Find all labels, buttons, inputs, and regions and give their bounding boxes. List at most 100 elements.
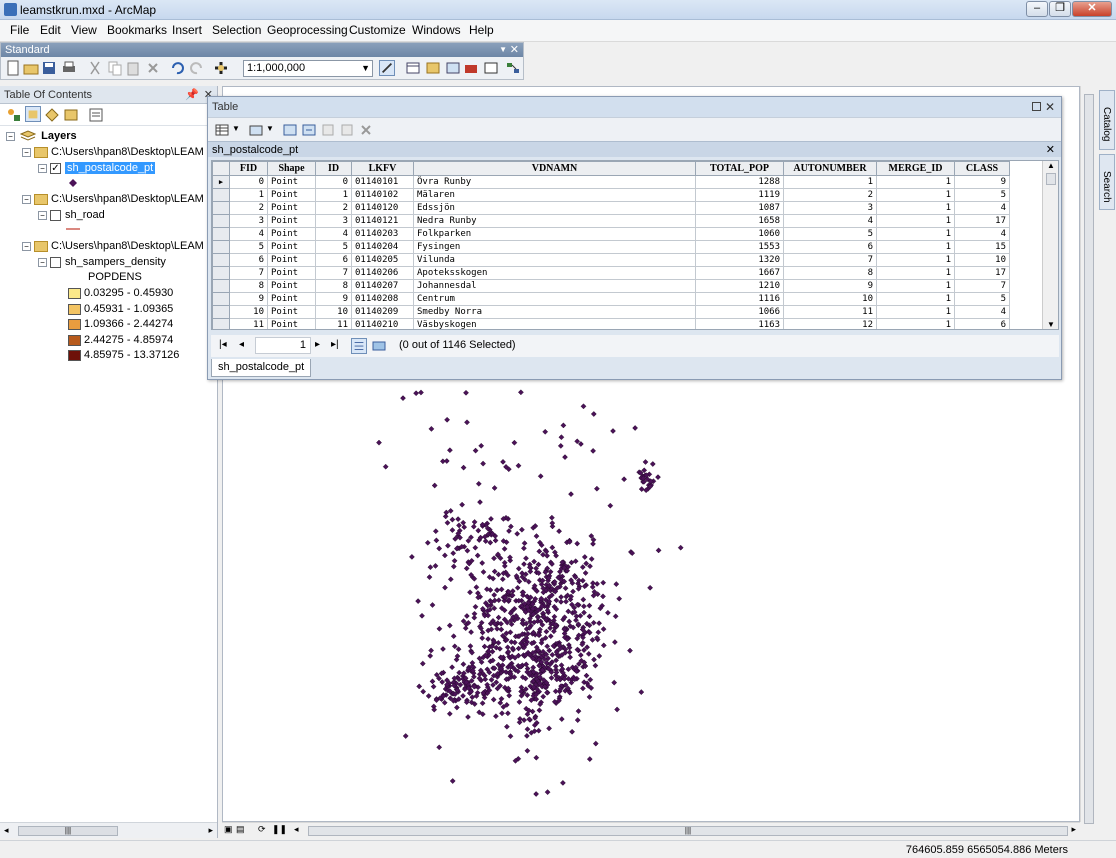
map-point[interactable] [428, 426, 435, 432]
table-cell[interactable]: 10 [954, 253, 1010, 267]
table-cell[interactable]: Point [267, 175, 316, 189]
table-cell[interactable]: 1163 [695, 318, 784, 329]
map-point[interactable] [462, 625, 469, 632]
map-point[interactable] [592, 740, 599, 747]
map-point[interactable] [464, 613, 470, 619]
map-point[interactable] [439, 679, 446, 685]
map-point[interactable] [562, 585, 569, 592]
map-horizontal-scrollbar[interactable]: ▣ ▤ ⟳ ❚❚ ◂ ||| ▸ [222, 822, 1080, 838]
table-cell[interactable]: Point [267, 227, 316, 241]
map-point[interactable] [436, 744, 443, 751]
table-cell[interactable]: Point [267, 201, 316, 215]
toc-group-density[interactable]: − C:\Users\hpan8\Desktop\LEAM F [22, 240, 214, 252]
map-point[interactable] [436, 545, 443, 552]
map-point[interactable] [491, 555, 497, 562]
scroll-thumb[interactable] [1046, 173, 1056, 185]
map-point[interactable] [475, 480, 482, 487]
table-cell[interactable]: 8 [783, 266, 877, 280]
scroll-down-icon[interactable]: ▼ [1047, 320, 1055, 329]
map-point[interactable] [446, 622, 453, 629]
table-vertical-scrollbar[interactable]: ▲ ▼ [1042, 161, 1058, 329]
table-cell[interactable]: 1 [229, 188, 268, 202]
maximize-icon[interactable] [1032, 102, 1041, 111]
column-header[interactable]: ID [315, 161, 352, 176]
map-point[interactable] [521, 545, 527, 552]
table-row[interactable]: 2 Point 2 01140120 Edssjön 1087 3 1 4 [212, 201, 1010, 215]
table-cell[interactable]: 1320 [695, 253, 784, 267]
table-cell[interactable]: 10 [315, 305, 352, 319]
table-row[interactable]: 10 Point 10 01140209 Smedby Norra 1066 11 1 4 [212, 305, 1010, 319]
map-point[interactable] [451, 643, 458, 650]
map-point[interactable] [524, 747, 531, 754]
map-point[interactable] [569, 728, 575, 735]
map-vertical-scrollbar[interactable] [1080, 86, 1096, 824]
map-point[interactable] [464, 419, 470, 426]
table-cell[interactable]: 1 [315, 188, 352, 202]
table-cell[interactable]: Johannesdal [413, 279, 696, 293]
table-row[interactable]: ▶ 0 Point 0 01140101 Övra Runby 1288 1 1 9 [212, 175, 1010, 189]
table-cell[interactable]: 7 [954, 279, 1010, 293]
column-header[interactable]: FID [229, 161, 268, 176]
table-cell[interactable]: 4 [954, 305, 1010, 319]
map-point[interactable] [521, 540, 528, 547]
table-cell[interactable]: 1 [876, 214, 955, 228]
new-document-icon[interactable] [5, 60, 21, 76]
map-point[interactable] [495, 614, 502, 621]
map-point[interactable] [416, 683, 423, 690]
map-point[interactable] [432, 563, 439, 569]
collapse-icon[interactable]: − [22, 194, 31, 204]
table-cell[interactable]: 01140209 [351, 305, 414, 319]
previous-record-icon[interactable]: ◂ [239, 339, 244, 350]
map-point[interactable] [575, 708, 582, 714]
table-row[interactable]: 7 Point 7 01140206 Apoteksskogen 1667 8 1 17 [212, 266, 1010, 280]
map-point[interactable] [505, 710, 511, 717]
map-point[interactable] [463, 565, 470, 572]
map-point[interactable] [409, 554, 415, 560]
map-point[interactable] [543, 628, 550, 635]
menu-windows[interactable]: Windows [412, 23, 461, 37]
menu-edit[interactable]: Edit [40, 23, 61, 37]
table-cell[interactable]: 1288 [695, 175, 784, 189]
row-selector[interactable] [212, 201, 230, 215]
table-cell[interactable]: 17 [954, 266, 1010, 280]
map-point[interactable] [558, 594, 564, 600]
map-point[interactable] [594, 485, 600, 492]
toc-group-road[interactable]: − C:\Users\hpan8\Desktop\LEAM F [22, 193, 214, 205]
table-cell[interactable]: 01140210 [351, 318, 414, 329]
map-point[interactable] [523, 555, 529, 562]
map-point[interactable] [444, 519, 451, 526]
map-point[interactable] [557, 443, 564, 449]
table-cell[interactable]: Point [267, 279, 316, 293]
map-point[interactable] [611, 679, 618, 686]
table-cell[interactable]: 7 [229, 266, 268, 280]
map-point[interactable] [638, 689, 645, 695]
map-point[interactable] [431, 482, 438, 489]
map-point[interactable] [605, 609, 611, 616]
map-point[interactable] [447, 576, 454, 583]
collapse-icon[interactable]: − [38, 257, 47, 267]
map-point[interactable] [582, 570, 589, 576]
table-cell[interactable]: 1 [876, 292, 955, 306]
table-cell[interactable]: 3 [783, 201, 877, 215]
map-point[interactable] [519, 526, 525, 533]
row-selector[interactable] [212, 279, 230, 293]
map-point[interactable] [475, 527, 482, 534]
map-point[interactable] [507, 733, 514, 740]
map-point[interactable] [474, 552, 481, 559]
layers-root[interactable]: − Layers [6, 130, 77, 142]
table-cell[interactable]: Fysingen [413, 240, 696, 254]
layer-name[interactable]: sh_postalcode_pt [65, 162, 156, 174]
table-cell[interactable]: 8 [315, 279, 352, 293]
map-point[interactable] [632, 425, 638, 431]
map-point[interactable] [546, 725, 552, 732]
map-point[interactable] [455, 516, 461, 522]
table-cell[interactable]: 1667 [695, 266, 784, 280]
map-point[interactable] [400, 395, 406, 401]
map-point[interactable] [507, 554, 513, 561]
map-point[interactable] [487, 539, 494, 546]
map-point[interactable] [535, 727, 542, 734]
table-cell[interactable]: Point [267, 214, 316, 228]
map-point[interactable] [500, 459, 506, 465]
layer-visibility-checkbox[interactable]: ✓ [50, 162, 61, 174]
column-header[interactable]: MERGE_ID [876, 161, 955, 176]
